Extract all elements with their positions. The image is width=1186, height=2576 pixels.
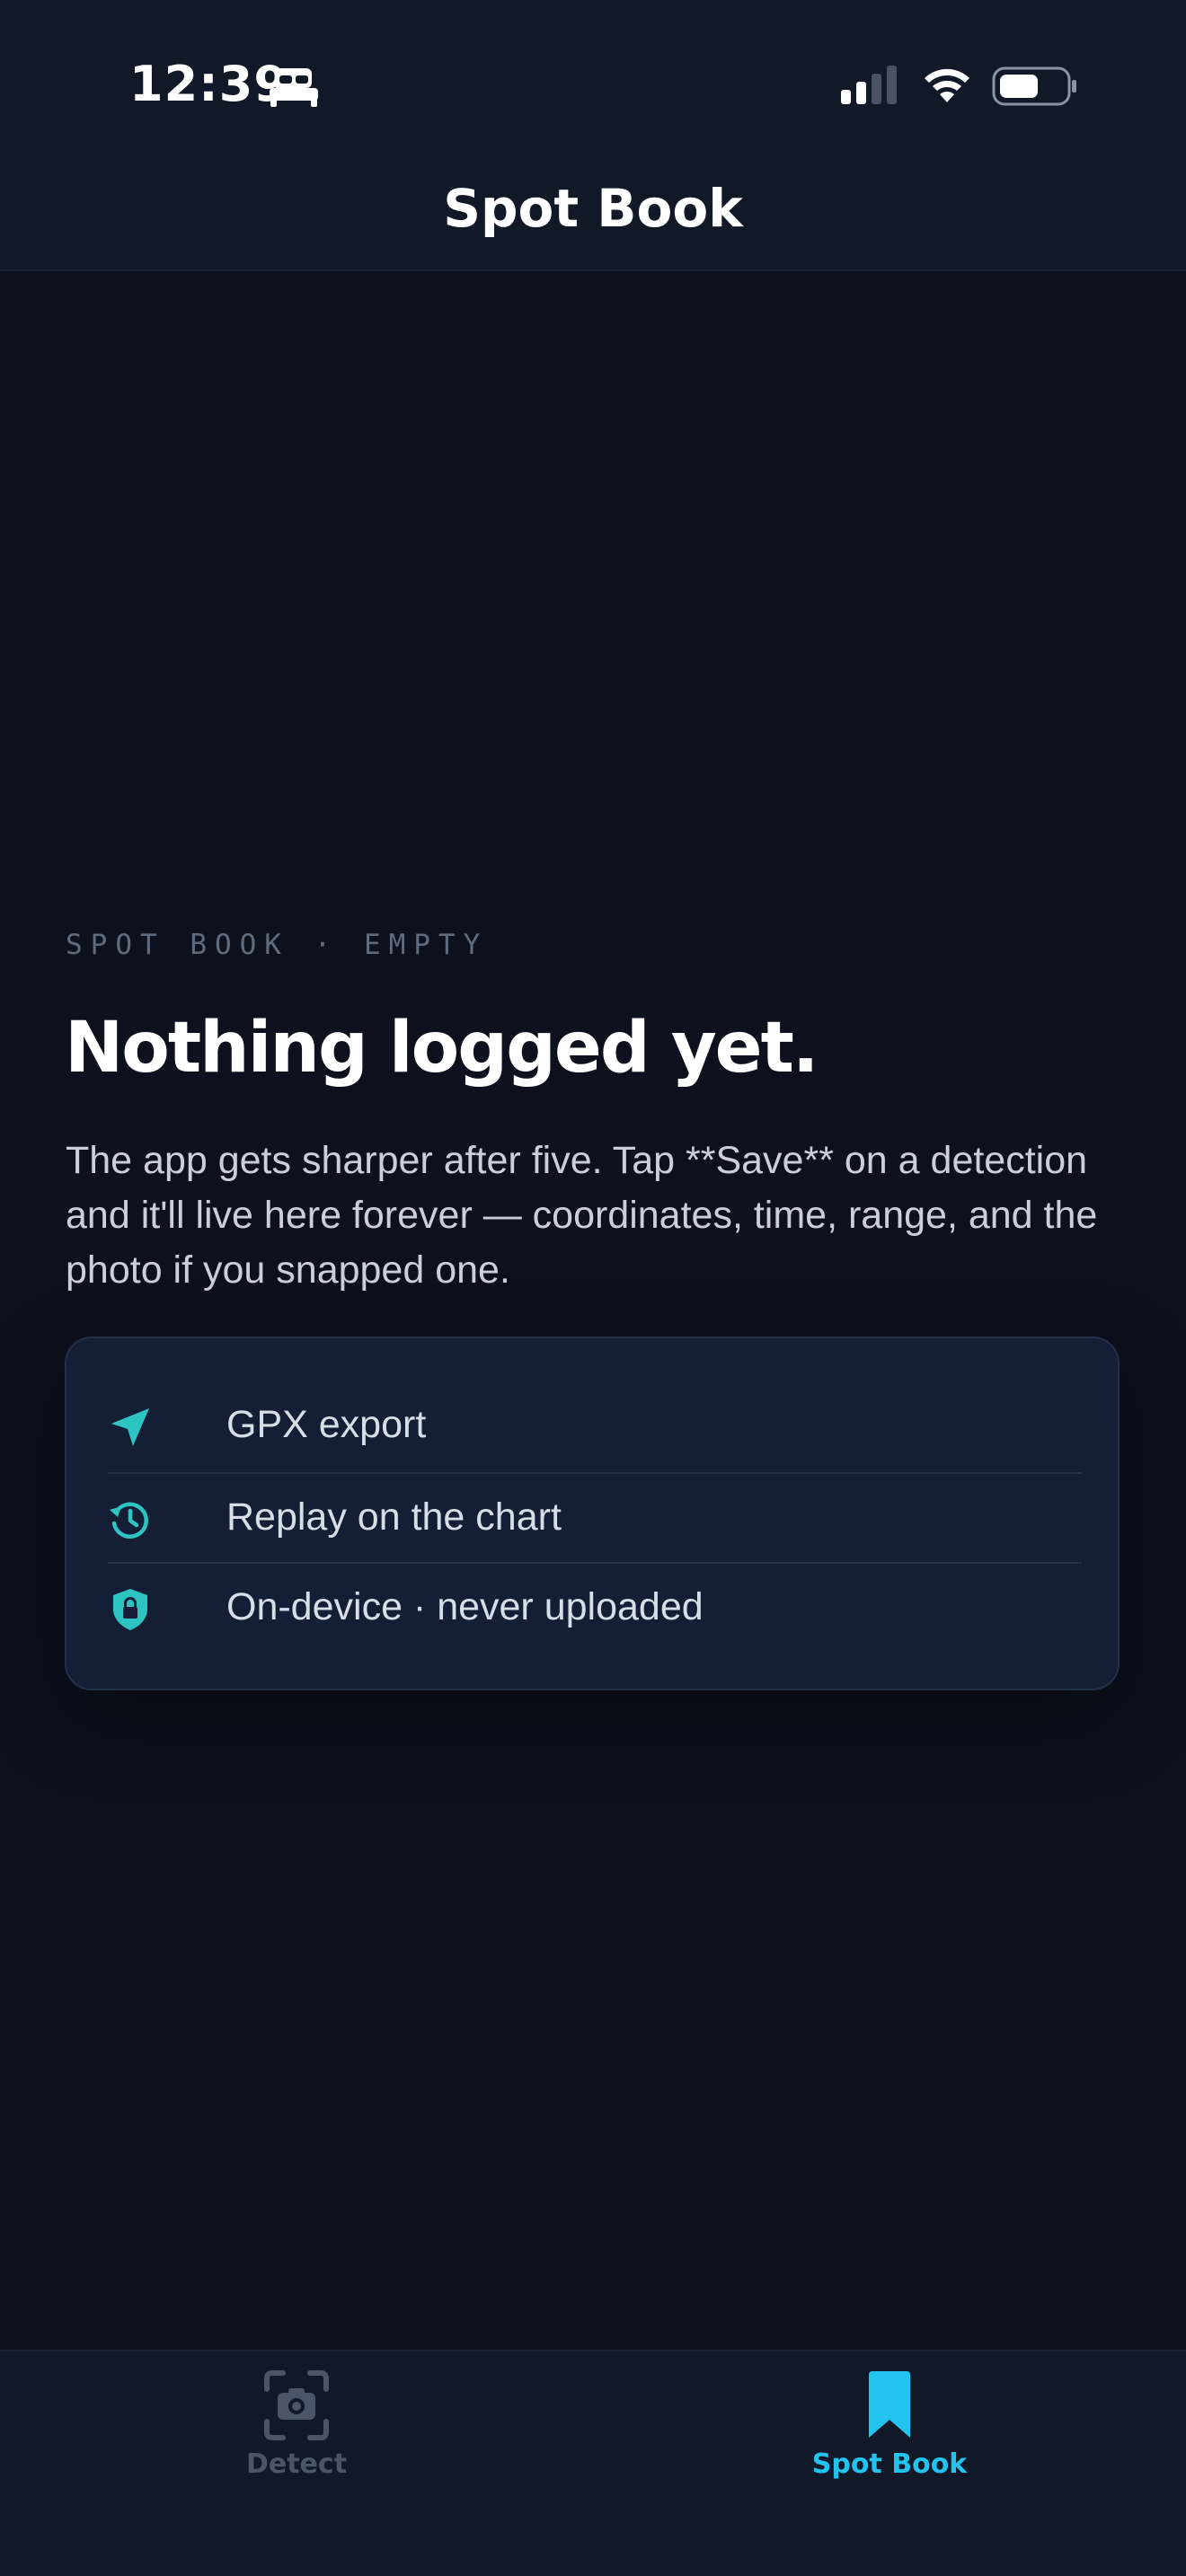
feature-label: GPX export <box>226 1403 427 1446</box>
navigation-header: Spot Book <box>0 162 1186 271</box>
status-time: 12:39 <box>129 56 288 112</box>
camera-scan-icon <box>264 2370 329 2440</box>
feature-card: GPX export Replay on the chart On-device… <box>65 1337 1120 1690</box>
empty-state-description: The app gets sharper after five. Tap **S… <box>66 1139 1098 1292</box>
feature-row-gpx-export: GPX export <box>108 1381 1082 1471</box>
lock-shield-icon <box>113 1589 147 1630</box>
feature-row-replay: Replay on the chart <box>108 1472 1082 1564</box>
feature-label: Replay on the chart <box>226 1495 562 1539</box>
cellular-signal-icon <box>841 66 897 104</box>
battery-icon <box>992 66 1076 106</box>
empty-state-eyebrow: SPOT BOOK · EMPTY <box>66 929 489 961</box>
feature-row-on-device: On-device · never uploaded <box>108 1562 1082 1654</box>
tab-detect[interactable]: Detect <box>0 2351 593 2513</box>
tab-label: Spot Book <box>811 2448 968 2480</box>
wifi-icon <box>925 68 969 102</box>
status-bar: 12:39 <box>0 0 1186 162</box>
feature-label: On-device · never uploaded <box>226 1585 704 1628</box>
tab-bar: Detect Spot Book <box>0 2350 1186 2576</box>
tab-label: Detect <box>245 2448 348 2480</box>
history-icon <box>110 1502 148 1539</box>
empty-state-headline: Nothing logged yet. <box>65 1008 819 1089</box>
page-title: Spot Book <box>443 178 743 239</box>
bookmark-icon <box>869 2371 910 2438</box>
tab-spot-book[interactable]: Spot Book <box>593 2351 1186 2513</box>
navigation-arrow-icon <box>111 1408 149 1446</box>
sleep-icon <box>270 68 318 107</box>
